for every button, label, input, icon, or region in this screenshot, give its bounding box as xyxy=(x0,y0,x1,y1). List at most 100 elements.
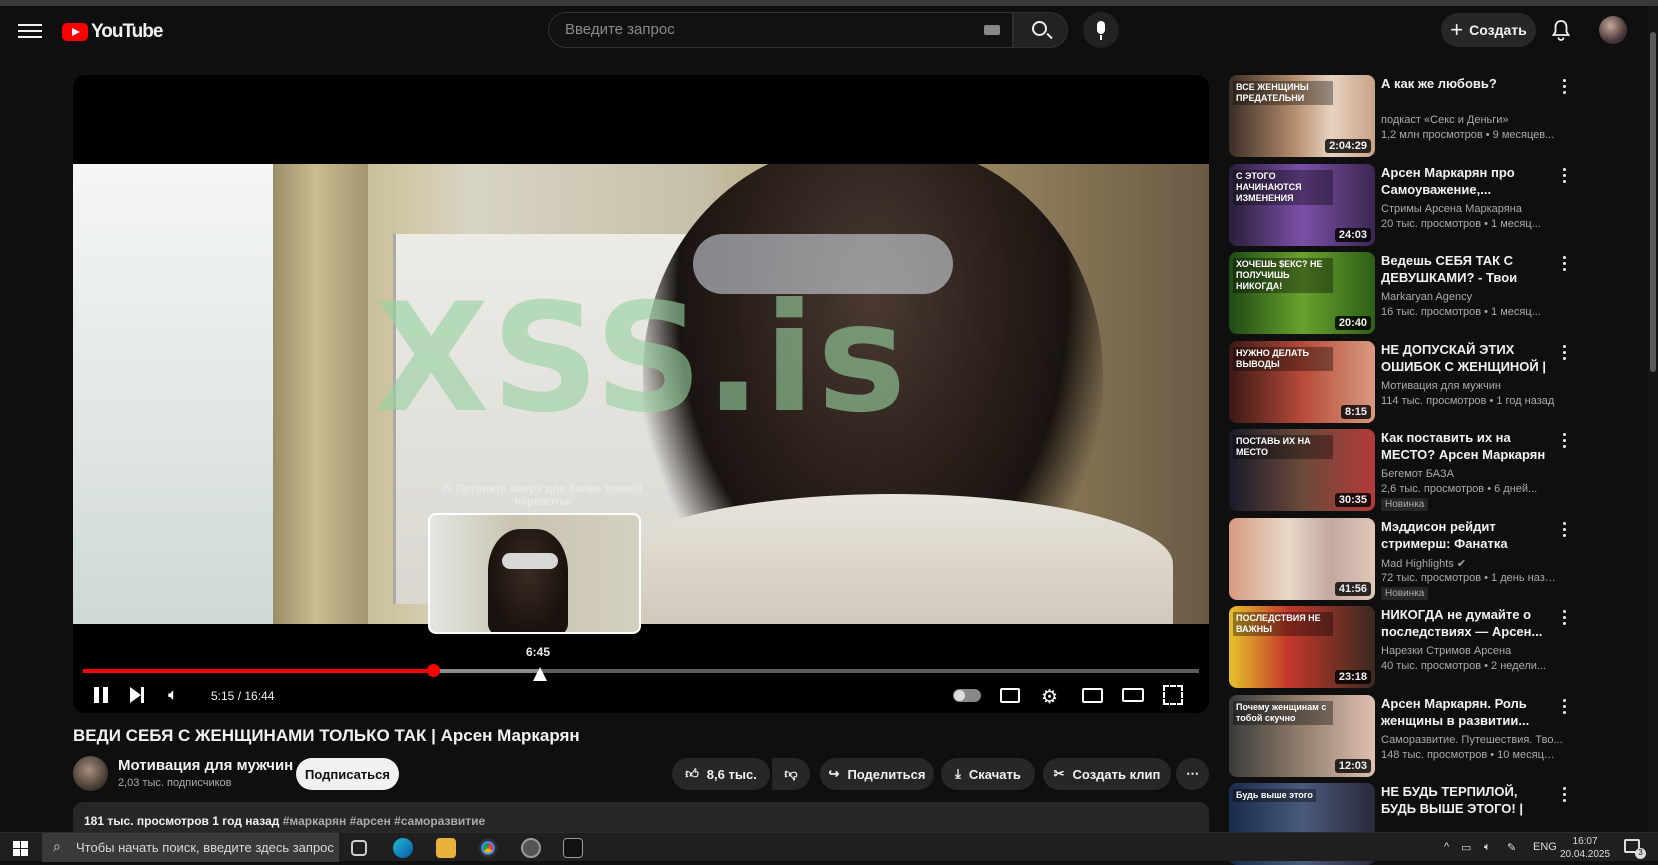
bell-icon[interactable] xyxy=(1551,19,1571,41)
thumbnail-caption: ПОСЛЕДСТВИЯ НЕ ВАЖНЫ xyxy=(1233,612,1333,636)
recommended-video[interactable]: ХОЧЕШЬ $ЕКС? НЕ ПОЛУЧИШЬ НИКОГДА! 20:40 Ве… xyxy=(1229,252,1569,334)
recommended-channel-name[interactable]: Нарезки Стримов Арсена xyxy=(1381,645,1511,657)
settings-gear-icon[interactable]: ⚙ xyxy=(1041,686,1063,708)
more-vertical-icon[interactable] xyxy=(1563,787,1567,803)
video-thumbnail[interactable]: Почему женщинам с тобой скучно 12:03 xyxy=(1229,694,1375,777)
scrollbar-thumb[interactable] xyxy=(1650,32,1656,372)
task-view-icon[interactable] xyxy=(351,840,367,856)
volume-icon[interactable]: 🔈︎ xyxy=(168,685,190,707)
tray-chevron-icon[interactable]: ^ xyxy=(1444,841,1449,853)
recommended-video[interactable]: НУЖНО ДЕЛАТЬ ВЫВОДЫ 8:15 НЕ ДОПУСКАЙ ЭТИХ … xyxy=(1229,340,1569,423)
youtube-logo[interactable]: YouTube xyxy=(62,21,163,43)
subtitles-icon[interactable] xyxy=(1000,688,1020,703)
like-button[interactable]: 👍︎ 8,6 тыс. xyxy=(672,758,770,790)
clip-button[interactable]: ✂ Создать клип xyxy=(1043,758,1171,790)
recommended-video-title[interactable]: Арсен Маркарян про Самоуважение,... xyxy=(1381,164,1556,198)
clip-label: Создать клип xyxy=(1072,766,1161,782)
more-vertical-icon[interactable] xyxy=(1563,344,1567,361)
more-vertical-icon[interactable] xyxy=(1563,698,1567,715)
subscribe-button[interactable]: Подписаться xyxy=(296,758,399,790)
more-vertical-icon[interactable] xyxy=(1563,610,1567,626)
more-vertical-icon[interactable] xyxy=(1563,433,1567,449)
download-label: Скачать xyxy=(968,766,1021,782)
taskbar-clock[interactable]: 16:07 20.04.2025 xyxy=(1560,835,1610,861)
recommended-video-title[interactable]: НЕ ДОПУСКАЙ ЭТИХ ОШИБОК С ЖЕНЩИНОЙ | Арс… xyxy=(1381,341,1556,375)
mic-icon xyxy=(1097,21,1105,34)
more-vertical-icon[interactable] xyxy=(1563,521,1567,538)
taskbar-search-input[interactable]: ⌕ Чтобы начать поиск, введите здесь запр… xyxy=(42,833,339,862)
more-vertical-icon[interactable] xyxy=(1563,167,1567,184)
more-vertical-icon[interactable] xyxy=(1563,256,1567,272)
recommended-channel-name[interactable]: Саморазвитие. Путешествия. Тво... xyxy=(1381,734,1563,746)
speaker-icon[interactable]: 🔈︎ xyxy=(1484,841,1491,854)
recommended-channel-name[interactable]: Мотивация для мужчин xyxy=(1381,380,1501,392)
app-icon[interactable] xyxy=(521,838,541,858)
windows-start-icon[interactable] xyxy=(13,841,28,856)
share-button[interactable]: ↪ Поделиться xyxy=(820,758,934,790)
pause-button[interactable] xyxy=(91,684,113,706)
recommended-video-title[interactable]: НИКОГДА не думайте о последствиях — Арсе… xyxy=(1381,606,1556,640)
progress-bar[interactable] xyxy=(83,664,1199,677)
video-player[interactable]: XSS.is ⇱ Потяните вверх для более точной… xyxy=(73,75,1209,713)
recommended-video[interactable]: ПОСЛЕДСТВИЯ НЕ ВАЖНЫ 23:18 НИКОГДА не дума… xyxy=(1229,606,1569,688)
create-button[interactable]: + Создать xyxy=(1441,13,1536,47)
recommended-video[interactable]: Почему женщинам с тобой скучно 12:03 Арсен… xyxy=(1229,694,1569,777)
search-button[interactable] xyxy=(1013,12,1068,48)
fullscreen-icon[interactable] xyxy=(1163,685,1183,705)
recommended-video-title[interactable]: НЕ БУДЬ ТЕРПИЛОЙ, БУДЬ ВЫШЕ ЭТОГО! | Арс… xyxy=(1381,783,1556,817)
video-duration: 41:56 xyxy=(1334,581,1371,596)
hashtags[interactable]: #маркарян #арсен #саморазвитие xyxy=(283,814,485,828)
recommended-channel-name[interactable]: Стримы Арсена Маркаряна xyxy=(1381,203,1522,215)
notifications-icon[interactable]: 3 xyxy=(1624,839,1646,859)
recommended-video-title[interactable]: Как поставить их на МЕСТО? Арсен Маркаря… xyxy=(1381,429,1556,463)
windows-taskbar: ⌕ Чтобы начать поиск, введите здесь запр… xyxy=(0,832,1658,862)
video-thumbnail[interactable]: С ЭТОГО НАЧИНАЮТСЯ ИЗМЕНЕНИЯ 24:03 xyxy=(1229,163,1375,246)
recommended-video[interactable]: 41:56 Мэддисон рейдит стримерш: Фанатка Д… xyxy=(1229,517,1569,600)
next-button[interactable] xyxy=(130,687,144,703)
edge-icon[interactable] xyxy=(393,838,413,858)
language-indicator[interactable]: ENG xyxy=(1533,841,1557,853)
recommended-video-title[interactable]: Мэддисон рейдит стримерш: Фанатка Динамо… xyxy=(1381,518,1556,552)
account-avatar[interactable] xyxy=(1599,16,1627,44)
recommended-video-title[interactable]: Ведешь СЕБЯ ТАК С ДЕВУШКАМИ? - Твои ШАНС… xyxy=(1381,252,1556,286)
recommended-video-title[interactable]: Арсен Маркарян. Роль женщины в развитии.… xyxy=(1381,695,1556,729)
terminal-icon[interactable] xyxy=(563,838,583,858)
recommended-channel-name[interactable]: Бегемот БАЗА xyxy=(1381,468,1454,480)
file-explorer-icon[interactable] xyxy=(436,838,456,858)
scrubber-handle[interactable] xyxy=(427,664,441,677)
download-button[interactable]: ⤓ Скачать xyxy=(941,758,1035,790)
miniplayer-icon[interactable] xyxy=(1082,688,1103,703)
voice-search-button[interactable] xyxy=(1083,12,1119,48)
video-thumbnail[interactable]: ВСЕ ЖЕНЩИНЫ ПРЕДАТЕЛЬНИ 2:04:29 xyxy=(1229,75,1375,157)
more-vertical-icon[interactable] xyxy=(1563,79,1567,95)
search-input[interactable]: Введите запрос xyxy=(548,12,1013,48)
video-frame[interactable]: XSS.is xyxy=(73,164,1209,624)
recommended-video-title[interactable]: А как же любовь? xyxy=(1381,75,1556,92)
more-horizontal-icon: ⋯ xyxy=(1186,766,1199,781)
recommended-channel-name[interactable]: Markaryan Agency xyxy=(1381,291,1472,303)
theater-mode-icon[interactable] xyxy=(1122,688,1144,702)
recommended-video[interactable]: ВСЕ ЖЕНЩИНЫ ПРЕДАТЕЛЬНИ 2:04:29 А как же л… xyxy=(1229,75,1569,157)
chrome-icon[interactable] xyxy=(478,838,498,858)
video-thumbnail[interactable]: 41:56 xyxy=(1229,517,1375,600)
video-thumbnail[interactable]: ПОСТАВЬ ИХ НА МЕСТО 30:35 xyxy=(1229,429,1375,511)
recommended-video[interactable]: ПОСТАВЬ ИХ НА МЕСТО 30:35 Как поставить их… xyxy=(1229,429,1569,511)
player-controls: 🔈︎ 5:15 / 16:44 ⚙ xyxy=(73,679,1209,713)
recommended-channel-name[interactable]: Mad Highlights ✔ xyxy=(1381,557,1466,570)
channel-name[interactable]: Мотивация для мужчин xyxy=(118,757,293,774)
recommended-video[interactable]: С ЭТОГО НАЧИНАЮТСЯ ИЗМЕНЕНИЯ 24:03 Арсен М… xyxy=(1229,163,1569,246)
video-thumbnail[interactable]: НУЖНО ДЕЛАТЬ ВЫВОДЫ 8:15 xyxy=(1229,340,1375,423)
page-scrollbar[interactable] xyxy=(1648,6,1658,832)
channel-avatar[interactable] xyxy=(73,756,108,791)
video-thumbnail[interactable]: ХОЧЕШЬ $ЕКС? НЕ ПОЛУЧИШЬ НИКОГДА! 20:40 xyxy=(1229,252,1375,334)
more-actions-button[interactable]: ⋯ xyxy=(1176,758,1209,790)
pen-icon[interactable]: ✎ xyxy=(1507,841,1516,854)
description-box[interactable]: 181 тыс. просмотров 1 год назад #маркаря… xyxy=(73,802,1209,832)
menu-icon[interactable] xyxy=(18,20,42,40)
autoplay-toggle[interactable] xyxy=(953,689,981,702)
dislike-button[interactable]: 👎︎ xyxy=(772,758,810,790)
video-thumbnail[interactable]: ПОСЛЕДСТВИЯ НЕ ВАЖНЫ 23:18 xyxy=(1229,606,1375,688)
recommended-channel-name[interactable]: подкаст «Секс и Деньги» xyxy=(1381,114,1509,126)
network-icon[interactable]: ▭ xyxy=(1461,841,1471,854)
keyboard-icon[interactable] xyxy=(984,25,1000,35)
